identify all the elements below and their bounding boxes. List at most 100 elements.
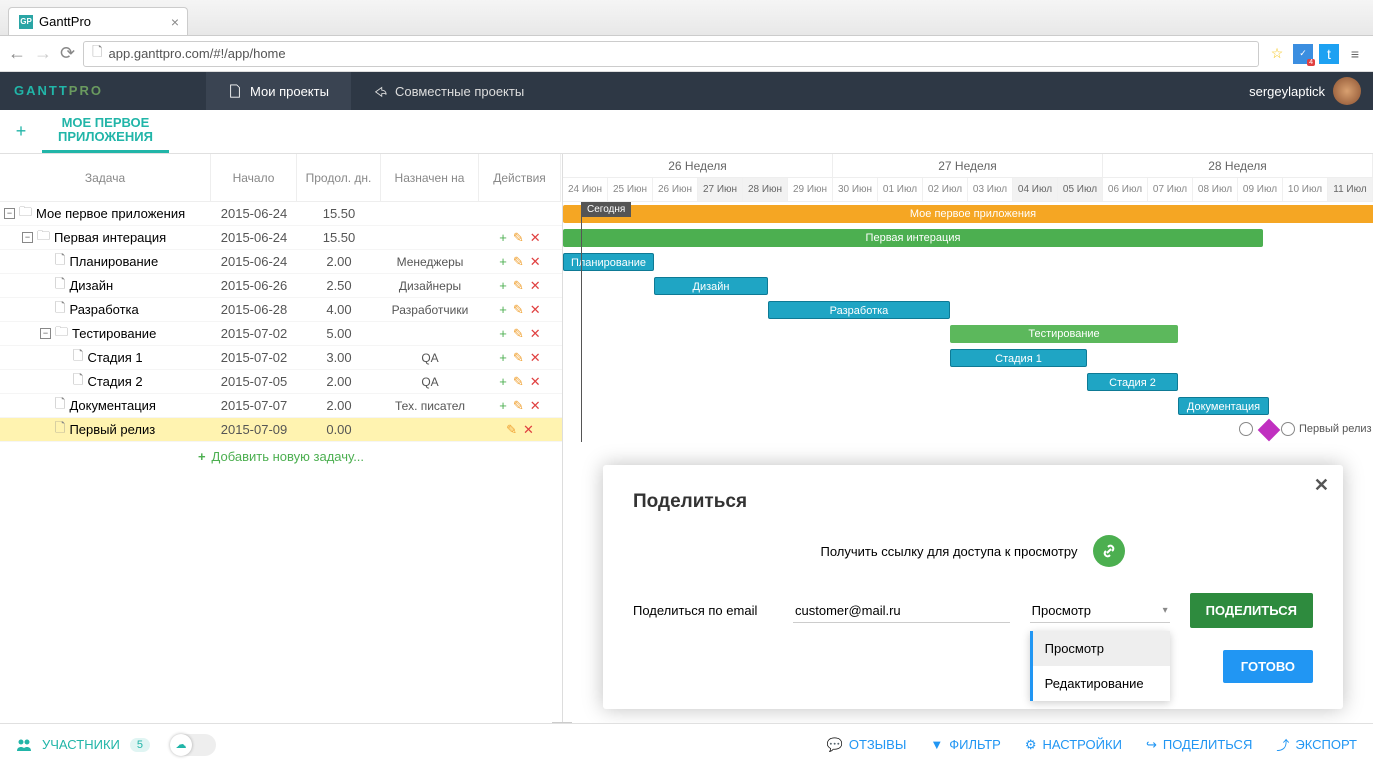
- day-cell: 06 Июл: [1103, 178, 1148, 201]
- toggle-icon[interactable]: −: [4, 208, 15, 219]
- email-input[interactable]: [793, 599, 1010, 623]
- nav-my-projects[interactable]: Мои проекты: [206, 72, 351, 110]
- cell-dur: 4.00: [297, 302, 381, 317]
- gantt-bar[interactable]: Дизайн: [654, 277, 768, 295]
- filter-button[interactable]: ▼ФИЛЬТР: [930, 735, 1000, 754]
- close-tab-icon[interactable]: ×: [171, 14, 179, 30]
- task-row[interactable]: 🗋Стадия 12015-07-023.00QA+✎✕: [0, 346, 562, 370]
- done-button[interactable]: ГОТОВО: [1223, 650, 1313, 683]
- gantt-bar[interactable]: Первая интерация: [563, 229, 1263, 247]
- task-row[interactable]: 🗋Первый релиз2015-07-090.00✎✕: [0, 418, 562, 442]
- task-row[interactable]: 🗋Планирование2015-06-242.00Менеджеры+✎✕: [0, 250, 562, 274]
- edit-icon[interactable]: ✎: [513, 230, 524, 246]
- settings-button[interactable]: ⚙НАСТРОЙКИ: [1025, 735, 1122, 754]
- delete-icon[interactable]: ✕: [530, 302, 541, 318]
- add-icon[interactable]: +: [499, 254, 507, 270]
- col-duration: Продол. дн.: [297, 154, 381, 202]
- add-icon[interactable]: +: [499, 326, 507, 342]
- delete-icon[interactable]: ✕: [530, 350, 541, 366]
- link-button[interactable]: [1093, 535, 1125, 567]
- export-button[interactable]: ⤴ЭКСПОРТ: [1276, 735, 1357, 754]
- add-icon[interactable]: +: [499, 350, 507, 366]
- task-row[interactable]: 🗋Разработка2015-06-284.00Разработчики+✎✕: [0, 298, 562, 322]
- nav-shared-projects[interactable]: Совместные проекты: [351, 72, 546, 110]
- delete-icon[interactable]: ✕: [530, 278, 541, 294]
- add-icon[interactable]: +: [499, 398, 507, 414]
- project-tab-active[interactable]: МОЕ ПЕРВОЕ ПРИЛОЖЕНИЯ: [42, 110, 169, 153]
- task-name: Дизайн: [69, 278, 113, 293]
- task-row[interactable]: −🗀Мое первое приложения2015-06-2415.50: [0, 202, 562, 226]
- browser-tab[interactable]: GP GanttPro ×: [8, 7, 188, 35]
- gantt-bar[interactable]: Тестирование: [950, 325, 1178, 343]
- share-button[interactable]: ПОДЕЛИТЬСЯ: [1190, 593, 1313, 628]
- gantt-bar[interactable]: Мое первое приложения: [563, 205, 1373, 223]
- cloud-toggle[interactable]: ☁: [170, 734, 216, 756]
- edit-icon[interactable]: ✎: [513, 398, 524, 414]
- delete-icon[interactable]: ✕: [530, 254, 541, 270]
- task-row[interactable]: 🗋Документация2015-07-072.00Тех. писател+…: [0, 394, 562, 418]
- edit-icon[interactable]: ✎: [513, 350, 524, 366]
- share-link-button[interactable]: ↪ПОДЕЛИТЬСЯ: [1146, 735, 1252, 754]
- email-label: Поделиться по email: [633, 603, 773, 618]
- url-input[interactable]: 🗋 app.ganttpro.com/#!/app/home: [83, 41, 1259, 67]
- add-icon[interactable]: +: [499, 374, 507, 390]
- toggle-icon[interactable]: −: [40, 328, 51, 339]
- edit-icon[interactable]: ✎: [513, 374, 524, 390]
- modal-title: Поделиться: [633, 491, 1313, 513]
- reload-icon[interactable]: ⟳: [60, 43, 75, 64]
- participants-button[interactable]: УЧАСТНИКИ 5 ☁: [16, 734, 216, 756]
- cell-actions: + ✎ ✕: [479, 326, 561, 342]
- day-cell: 28 Июн: [743, 178, 788, 201]
- gantt-header: 26 Неделя27 Неделя28 Неделя 24 Июн25 Июн…: [563, 154, 1373, 202]
- cell-dur: 3.00: [297, 350, 381, 365]
- edit-icon[interactable]: ✎: [513, 326, 524, 342]
- twitter-icon[interactable]: t: [1319, 44, 1339, 64]
- delete-icon[interactable]: ✕: [530, 230, 541, 246]
- folder-icon: 🗀: [19, 203, 32, 225]
- edit-icon[interactable]: ✎: [513, 254, 524, 270]
- folder-icon: 🗀: [37, 227, 50, 249]
- day-cell: 05 Июл: [1058, 178, 1103, 201]
- reviews-button[interactable]: 💬ОТЗЫВЫ: [827, 735, 907, 754]
- add-icon[interactable]: +: [499, 230, 507, 246]
- add-task-button[interactable]: + Добавить новую задачу...: [0, 442, 562, 470]
- edit-icon[interactable]: ✎: [513, 278, 524, 294]
- edit-icon[interactable]: ✎: [513, 302, 524, 318]
- user-menu[interactable]: sergeylaptick: [1249, 77, 1373, 105]
- new-project-button[interactable]: +: [0, 121, 42, 142]
- gantt-bar[interactable]: Стадия 1: [950, 349, 1087, 367]
- task-row[interactable]: −🗀Первая интерация2015-06-2415.50+✎✕: [0, 226, 562, 250]
- delete-icon[interactable]: ✕: [530, 326, 541, 342]
- star-icon[interactable]: ☆: [1267, 44, 1287, 64]
- extension-badge-icon[interactable]: ✓4: [1293, 44, 1313, 64]
- back-icon[interactable]: ←: [8, 43, 26, 64]
- task-row[interactable]: 🗋Дизайн2015-06-262.50Дизайнеры+✎✕: [0, 274, 562, 298]
- users-icon: [16, 737, 32, 753]
- edit-icon[interactable]: ✎: [506, 422, 517, 438]
- cell-start: 2015-06-28: [211, 302, 297, 317]
- milestone-circle: [1239, 422, 1253, 436]
- task-row[interactable]: 🗋Стадия 22015-07-052.00QA+✎✕: [0, 370, 562, 394]
- perm-option-edit[interactable]: Редактирование: [1033, 666, 1170, 701]
- forward-icon[interactable]: →: [34, 43, 52, 64]
- gantt-bar[interactable]: Документация: [1178, 397, 1269, 415]
- delete-icon[interactable]: ✕: [530, 398, 541, 414]
- app-header: GANTTPRO Мои проекты Совместные проекты …: [0, 72, 1373, 110]
- cell-dur: 15.50: [297, 206, 381, 221]
- add-icon[interactable]: +: [499, 302, 507, 318]
- gantt-bar[interactable]: Стадия 2: [1087, 373, 1178, 391]
- close-modal-button[interactable]: ✕: [1314, 475, 1329, 496]
- file-icon: 🗋: [55, 395, 65, 417]
- task-row[interactable]: −🗀Тестирование2015-07-025.00+✎✕: [0, 322, 562, 346]
- menu-icon[interactable]: ≡: [1345, 44, 1365, 64]
- delete-icon[interactable]: ✕: [530, 374, 541, 390]
- milestone-diamond[interactable]: [1258, 419, 1281, 442]
- gantt-bar[interactable]: Разработка: [768, 301, 950, 319]
- toggle-icon[interactable]: −: [22, 232, 33, 243]
- perm-option-view[interactable]: Просмотр: [1033, 631, 1170, 666]
- add-icon[interactable]: +: [499, 278, 507, 294]
- logo[interactable]: GANTTPRO: [0, 82, 206, 100]
- delete-icon[interactable]: ✕: [523, 422, 534, 438]
- gantt-bar[interactable]: Планирование: [563, 253, 654, 271]
- permission-select[interactable]: Просмотр ▾ Просмотр Редактирование: [1030, 599, 1170, 623]
